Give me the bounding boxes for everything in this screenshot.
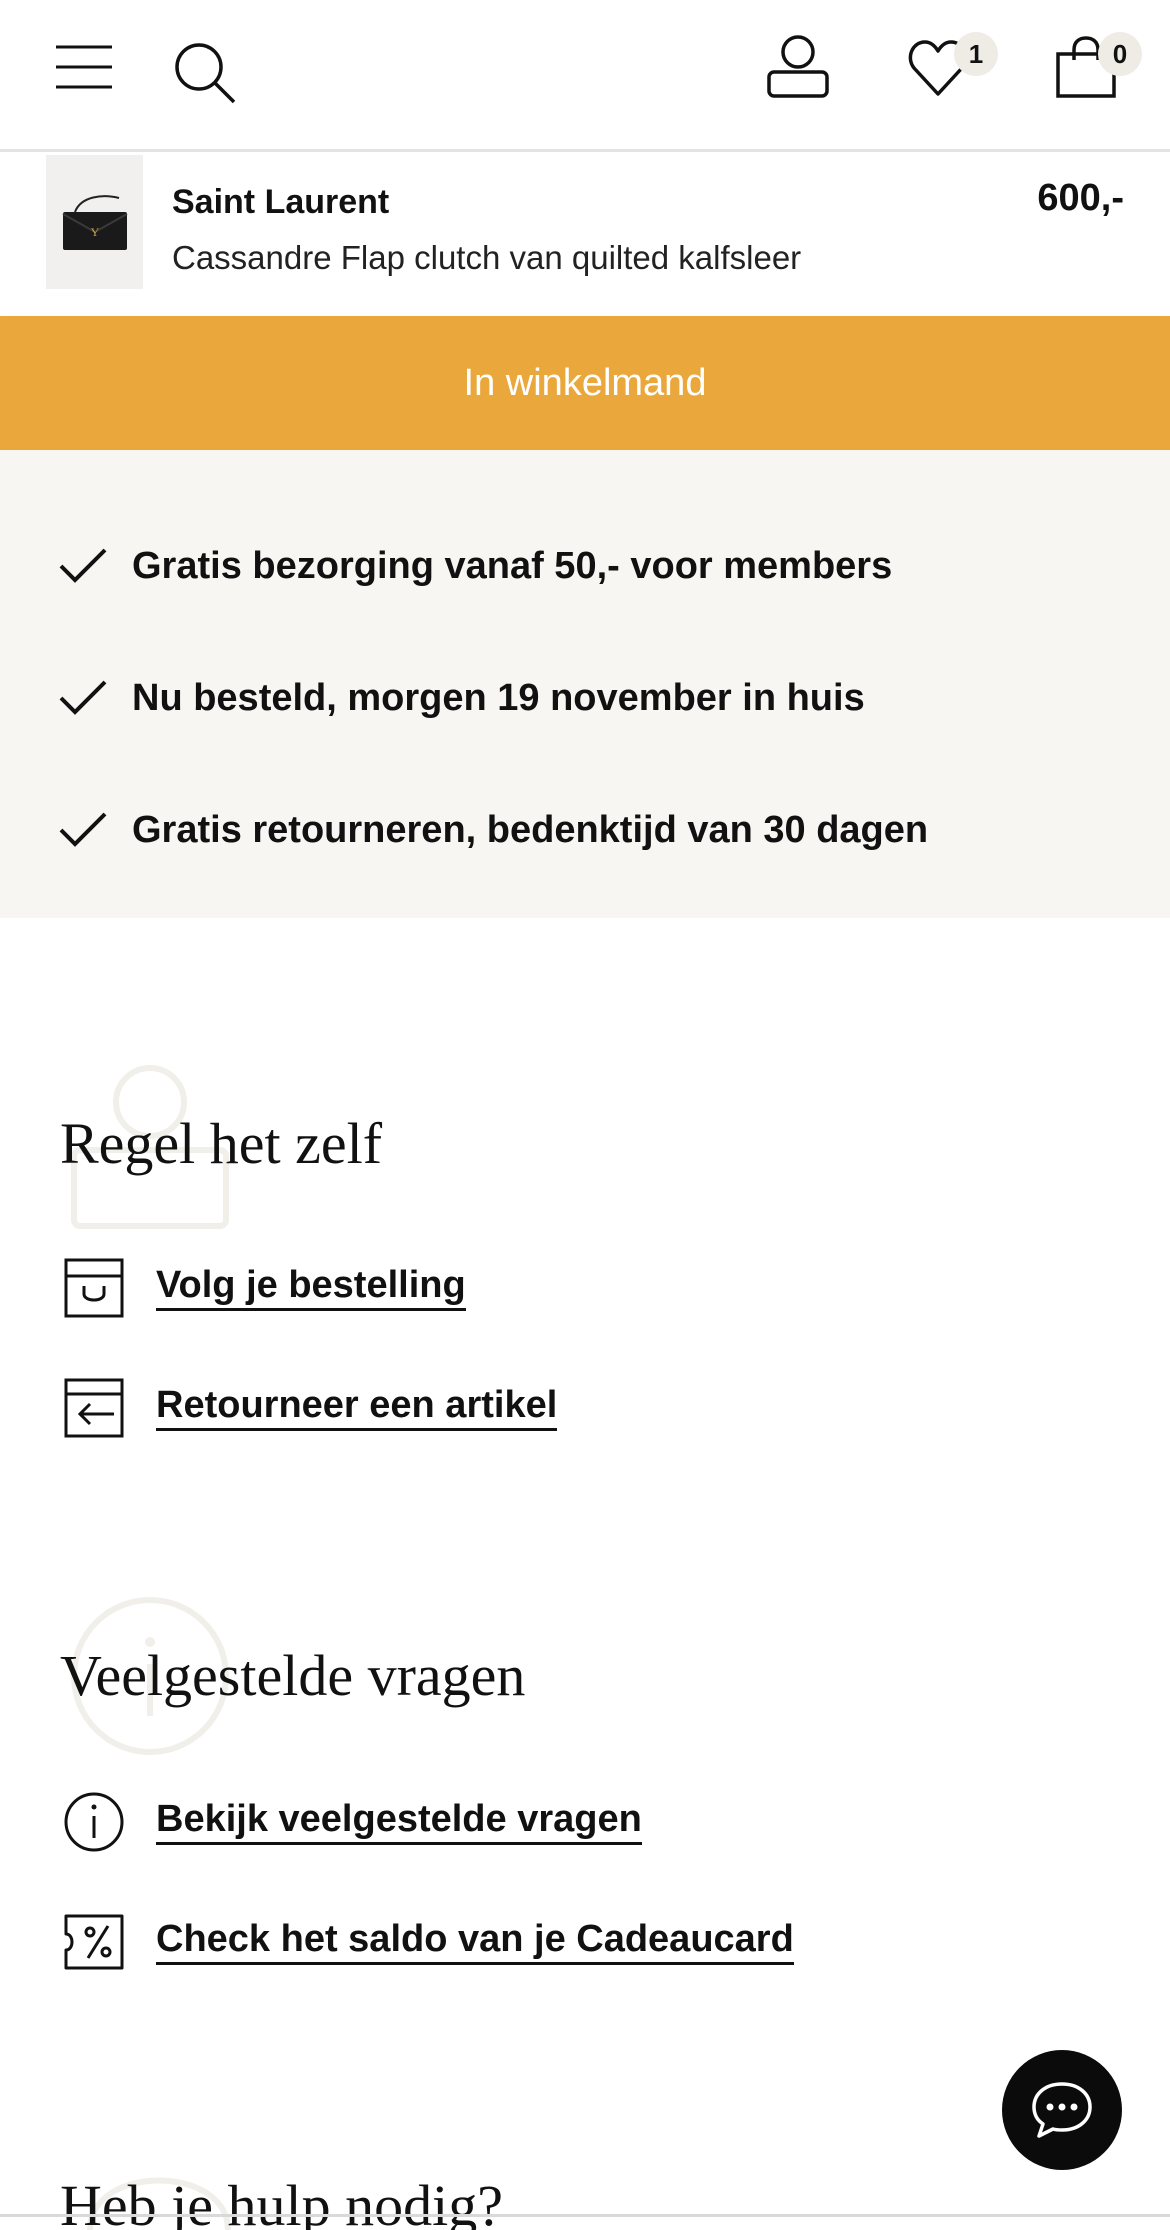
usp-text: Gratis retourneren, bedenktijd van 30 da… [132, 808, 929, 851]
chat-icon [1032, 2082, 1092, 2138]
check-icon [59, 548, 107, 583]
wishlist-count-badge: 1 [954, 32, 998, 76]
usp-item: Gratis retourneren, bedenktijd van 30 da… [58, 800, 928, 860]
track-order-link[interactable]: Volg je bestelling [62, 1256, 466, 1320]
chat-button[interactable] [1002, 2050, 1122, 2170]
page: 1 0 Y Saint Laurent Cassandre Flap clutc… [0, 0, 1170, 2230]
return-icon [64, 1378, 124, 1438]
product-bar: Y Saint Laurent Cassandre Flap clutch va… [0, 155, 1170, 315]
product-brand: Saint Laurent [172, 183, 390, 221]
self-service-title: Regel het zelf [60, 1111, 383, 1176]
usp-list: Gratis bezorging vanaf 50,- voor members… [0, 450, 1170, 918]
view-faq-link[interactable]: Bekijk veelgestelde vragen [62, 1790, 642, 1854]
usp-item: Nu besteld, morgen 19 november in huis [58, 668, 865, 728]
return-item-label[interactable]: Retourneer een artikel [156, 1384, 558, 1432]
help-title: Heb je hulp nodig? [60, 2173, 503, 2230]
user-icon[interactable] [764, 34, 832, 100]
product-price: 600,- [1037, 177, 1124, 219]
product-thumbnail[interactable]: Y [46, 155, 143, 289]
search-icon[interactable] [172, 40, 238, 106]
faq-title: Veelgestelde vragen [60, 1643, 526, 1708]
usp-text: Gratis bezorging vanaf 50,- voor members [132, 544, 893, 587]
view-faq-label[interactable]: Bekijk veelgestelde vragen [156, 1798, 642, 1846]
add-to-cart-button[interactable]: In winkelmand [0, 316, 1170, 450]
header: 1 0 [0, 0, 1170, 152]
info-icon [64, 1792, 124, 1852]
voucher-icon [64, 1914, 124, 1970]
package-icon [64, 1258, 124, 1318]
bottom-divider [0, 2214, 1170, 2217]
gift-card-balance-label[interactable]: Check het saldo van je Cadeaucard [156, 1918, 794, 1966]
check-icon [59, 680, 107, 715]
gift-card-balance-link[interactable]: Check het saldo van je Cadeaucard [62, 1910, 794, 1974]
return-item-link[interactable]: Retourneer een artikel [62, 1376, 558, 1440]
check-icon [59, 812, 107, 847]
svg-text:Y: Y [90, 225, 99, 239]
usp-text: Nu besteld, morgen 19 november in huis [132, 676, 865, 719]
clutch-bag-image: Y [62, 195, 127, 250]
hamburger-icon[interactable] [54, 44, 114, 90]
track-order-label[interactable]: Volg je bestelling [156, 1264, 466, 1312]
product-name: Cassandre Flap clutch van quilted kalfsl… [172, 239, 802, 276]
cart-count-badge: 0 [1098, 32, 1142, 76]
usp-item: Gratis bezorging vanaf 50,- voor members [58, 536, 892, 596]
